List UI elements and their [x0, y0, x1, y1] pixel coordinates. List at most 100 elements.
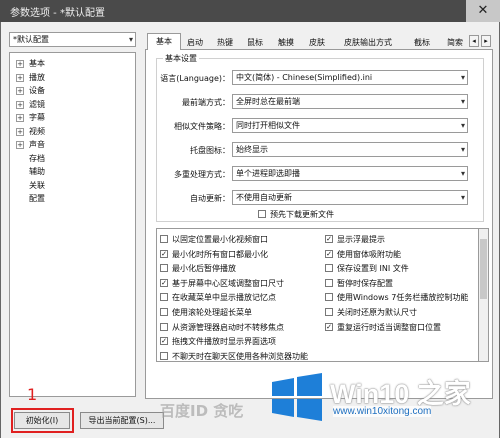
option-checkbox[interactable]: [160, 351, 168, 360]
option-label: 重复运行时适当调整窗口位置: [337, 322, 441, 332]
tree-item-label: 声音: [29, 140, 45, 149]
option-checkbox[interactable]: [160, 264, 168, 273]
tree-item-label: 基本: [29, 59, 45, 68]
language-label: 语言(Language)：: [160, 74, 230, 83]
tree-item-label: 配置: [29, 194, 45, 203]
expand-icon[interactable]: +: [16, 73, 24, 82]
tab-bar: 基本 启动 热键 鼠标 触摸 皮肤 皮肤输出方式 截标 简索 ◂ ▸: [145, 33, 493, 51]
chevron-down-icon: ▾: [460, 193, 465, 202]
option-checkbox[interactable]: ✓: [160, 278, 168, 287]
option-checkbox[interactable]: ✓: [325, 235, 333, 243]
expand-icon[interactable]: +: [16, 141, 24, 149]
tab-3[interactable]: 鼠标: [241, 35, 269, 50]
tab-7[interactable]: 截标: [405, 35, 439, 50]
expand-icon[interactable]: +: [16, 114, 24, 122]
tree-item[interactable]: 辅助: [10, 165, 135, 179]
tree-item[interactable]: 关联: [10, 179, 135, 193]
option-checkbox[interactable]: ✓: [160, 337, 168, 346]
options-scrollbar[interactable]: [479, 228, 489, 362]
similar-files-select[interactable]: 同时打开相似文件 ▾: [232, 118, 468, 133]
option-label: 最小化后暂停播放: [172, 264, 236, 274]
chevron-down-icon: ▾: [460, 121, 465, 130]
similar-files-label: 相似文件策略：: [174, 122, 230, 131]
predownload-label: 预先下载更新文件: [270, 210, 334, 219]
tab-scroll-right-icon[interactable]: ▸: [481, 35, 491, 47]
option-checkbox[interactable]: [325, 264, 333, 273]
option-label: 拖拽文件播放时显示界面选项: [172, 337, 276, 347]
tab-2[interactable]: 热键: [211, 35, 239, 50]
option-label: 使用窗体吸附功能: [337, 249, 401, 259]
tree-item[interactable]: 存档: [10, 152, 135, 166]
init-button[interactable]: 初始化(I): [14, 412, 70, 429]
group-title: 基本设置: [163, 53, 199, 64]
tab-1[interactable]: 启动: [181, 35, 209, 50]
tab-6[interactable]: 皮肤输出方式: [333, 35, 403, 50]
option-checkbox[interactable]: ✓: [325, 322, 333, 331]
option-label: 不聊天时在聊天区使用各种浏览器功能: [172, 351, 308, 361]
tree-item[interactable]: + 声音: [10, 138, 135, 152]
option-checkbox[interactable]: [160, 293, 168, 302]
option-label: 从资源管理器启动时不转移焦点: [172, 322, 284, 332]
expand-icon[interactable]: +: [16, 127, 24, 136]
option-checkbox[interactable]: ✓: [325, 249, 333, 258]
tree-item[interactable]: + 播放: [10, 71, 135, 85]
option-label: 关闭时还原为默认尺寸: [337, 308, 417, 317]
auto-update-value: 不使用自动更新: [236, 193, 292, 202]
windows-logo-icon: [272, 373, 322, 421]
option-label: 在收藏菜单中显示播放记忆点: [172, 293, 276, 303]
tree-item[interactable]: 配置: [10, 192, 135, 206]
title-bar: 参数选项 - *默认配置 ✕: [0, 0, 500, 22]
topmost-select[interactable]: 全屏时总在最前端 ▾: [232, 94, 468, 109]
tab-scroll-left-icon[interactable]: ◂: [469, 35, 479, 47]
tree-item-label: 播放: [29, 72, 45, 82]
language-value: 中文(简体) - Chinese(Simplified).ini: [236, 73, 373, 82]
close-button[interactable]: ✕: [466, 0, 500, 22]
option-checkbox[interactable]: [325, 278, 333, 287]
multi-process-select[interactable]: 单个进程即选即播 ▾: [232, 166, 468, 181]
option-label: 基于屏幕中心区域调整窗口尺寸: [172, 278, 284, 288]
chevron-down-icon: ▾: [460, 145, 465, 154]
tree-item-label: 视频: [29, 126, 45, 136]
option-label: 显示浮最提示: [337, 235, 385, 244]
option-label: 使用Windows 7任务栏播放控制功能: [337, 293, 469, 303]
expand-icon[interactable]: +: [16, 100, 24, 109]
tree-item-label: 字幕: [29, 113, 45, 122]
tree-item-label: 滤镜: [29, 99, 45, 109]
export-config-button[interactable]: 导出当前配置(S)...: [80, 412, 164, 429]
option-label: 保存设置到 INI 文件: [337, 264, 409, 274]
multi-process-value: 单个进程即选即播: [236, 169, 300, 178]
expand-icon[interactable]: +: [16, 87, 24, 95]
option-checkbox[interactable]: [325, 308, 333, 316]
option-checkbox[interactable]: [160, 235, 168, 243]
scrollbar-thumb[interactable]: [480, 239, 487, 299]
tab-0[interactable]: 基本: [147, 33, 181, 51]
option-checkbox[interactable]: [325, 293, 333, 302]
auto-update-select[interactable]: 不使用自动更新 ▾: [232, 190, 468, 205]
tree-item[interactable]: + 基本: [10, 57, 135, 71]
predownload-checkbox[interactable]: [258, 210, 266, 218]
tree-item[interactable]: + 视频: [10, 125, 135, 139]
basic-settings-group: 基本设置 语言(Language)： 中文(简体) - Chinese(Simp…: [156, 53, 484, 222]
tree-item[interactable]: + 滤镜: [10, 98, 135, 112]
auto-update-label: 自动更新：: [190, 194, 230, 203]
option-checkbox[interactable]: ✓: [160, 249, 168, 258]
expand-icon[interactable]: +: [16, 60, 24, 68]
option-label: 最小化时所有窗口都最小化: [172, 249, 268, 259]
topmost-label: 最前端方式：: [182, 98, 230, 107]
category-tree[interactable]: + 基本 + 播放 + 设备 + 滤镜 + 字幕 + 视频 + 声音 存档 辅助 关联 配置: [9, 52, 136, 397]
tab-8[interactable]: 简索: [441, 35, 469, 50]
language-select[interactable]: 中文(简体) - Chinese(Simplified).ini ▾: [232, 70, 468, 85]
tab-4[interactable]: 触摸: [271, 35, 301, 50]
tab-5[interactable]: 皮肤: [303, 35, 331, 50]
tree-item-label: 辅助: [29, 167, 45, 176]
tree-item[interactable]: + 设备: [10, 84, 135, 98]
chevron-down-icon: ▾: [460, 169, 465, 178]
tray-icon-select[interactable]: 始终显示 ▾: [232, 142, 468, 157]
option-checkbox[interactable]: [160, 322, 168, 331]
window-title: 参数选项 - *默认配置: [10, 8, 105, 19]
tree-item[interactable]: + 字幕: [10, 111, 135, 125]
topmost-value: 全屏时总在最前端: [236, 97, 300, 106]
option-checkbox[interactable]: [160, 308, 168, 316]
option-label: 使用滚轮处理超长菜单: [172, 308, 252, 317]
preset-select[interactable]: *默认配置 ▾: [9, 32, 136, 47]
